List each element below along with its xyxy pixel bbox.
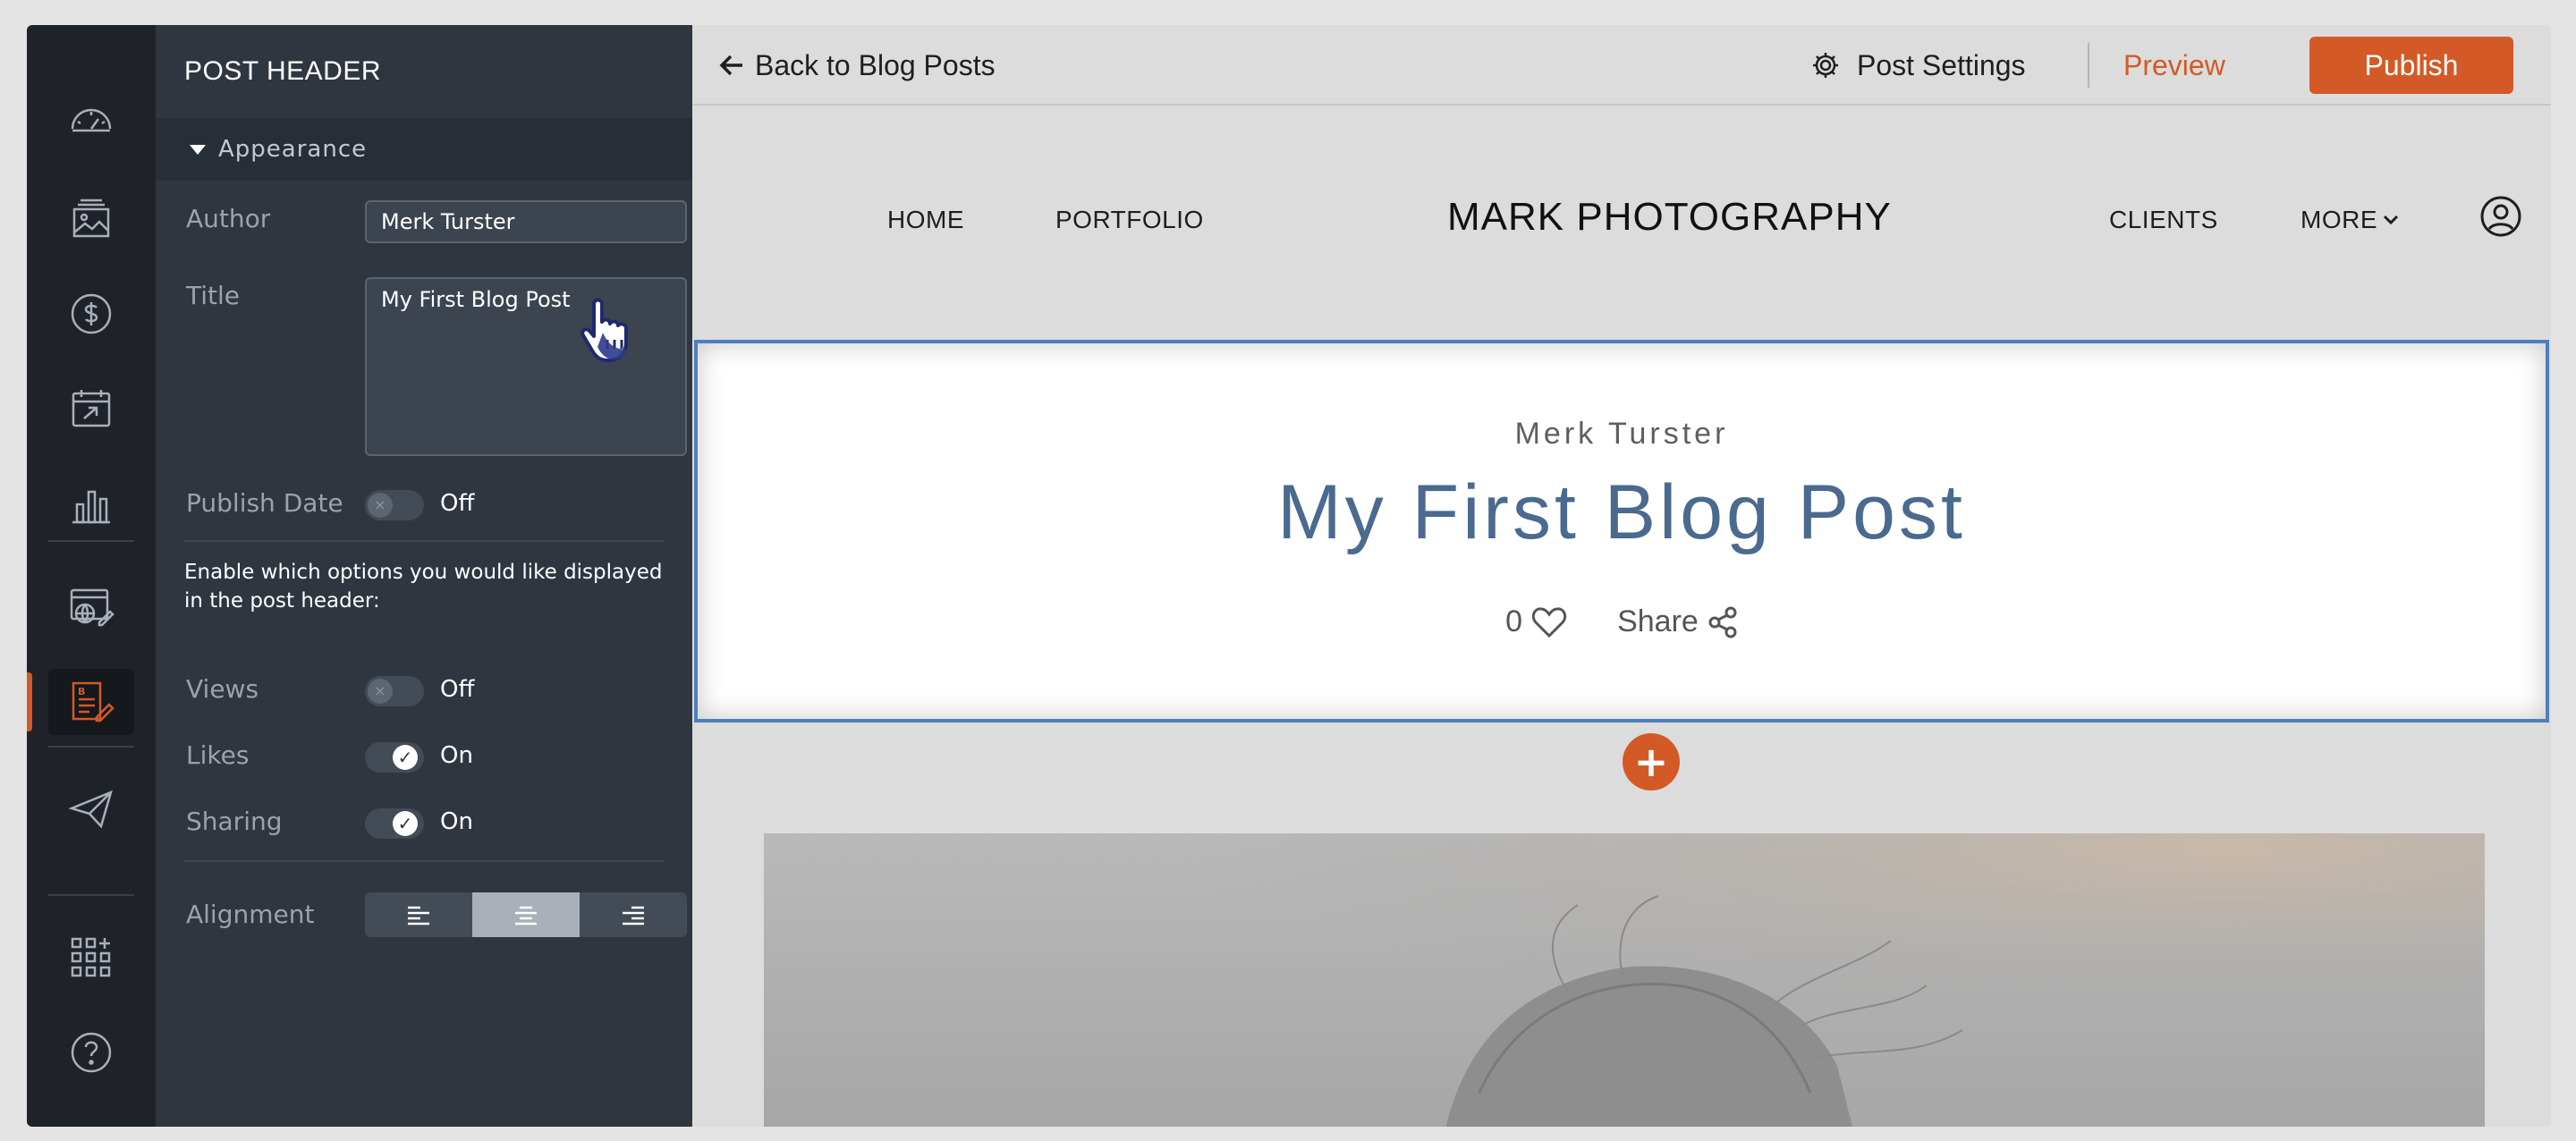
publish-date-toggle[interactable]: × [365,490,424,520]
rail-divider [48,894,134,896]
post-settings-label: Post Settings [1857,48,2026,81]
align-center-button[interactable] [472,892,580,937]
nav-portfolio[interactable]: PORTFOLIO [1055,206,1204,234]
sharing-toggle[interactable]: ✓ [365,808,424,839]
gallery-icon[interactable] [48,186,134,252]
editor-canvas: Back to Blog Posts Post Settings Preview… [692,25,2551,1127]
views-state: Off [440,676,475,703]
nav-home[interactable]: HOME [887,206,964,234]
post-header-panel: POST HEADER Appearance Author Merk Turst… [156,25,692,1127]
likes-label: Likes [186,740,250,770]
dashboard-icon[interactable] [48,88,134,154]
share-icon [1708,606,1737,638]
chevron-down-icon [2383,215,2399,225]
share-button[interactable]: Share [1617,604,1738,639]
post-author: Merk Turster [1514,417,1729,451]
checkmark-icon: ✓ [393,811,418,836]
author-label: Author [186,204,271,233]
align-left-icon [408,906,429,925]
website-icon[interactable] [48,574,134,640]
checkmark-icon: ✓ [393,745,418,770]
caret-down-icon [190,144,206,155]
blog-icon[interactable]: B [27,669,134,735]
post-title: My First Blog Post [1277,469,1966,555]
panel-title: POST HEADER [184,56,381,86]
arrow-left-icon [719,55,742,76]
nav-more[interactable]: MORE [2301,206,2399,234]
site-brand[interactable]: MARK PHOTOGRAPHY [1447,195,1892,240]
back-to-blog-posts-link[interactable]: Back to Blog Posts [719,45,996,86]
featured-photo [764,833,2485,1127]
align-right-icon [623,906,644,925]
dollar-icon[interactable] [48,281,134,347]
appearance-section-toggle[interactable]: Appearance [156,118,692,181]
likes-toggle[interactable]: ✓ [365,742,424,773]
share-label: Share [1617,604,1699,638]
likes-button[interactable]: 0 [1505,604,1567,639]
photo-image [764,833,2485,1127]
hand-cursor-icon [580,298,628,362]
publish-button[interactable]: Publish [2309,37,2513,94]
preview-button[interactable]: Preview [2123,45,2225,86]
heart-icon [1532,606,1567,638]
analytics-icon[interactable] [48,472,134,538]
likes-state: On [440,742,473,769]
gear-icon [1813,53,1838,78]
align-right-button[interactable] [580,892,687,937]
panel-divider [184,860,664,862]
back-label: Back to Blog Posts [755,48,996,81]
help-text: Enable which options you would like disp… [184,561,663,613]
alignment-control [365,892,687,937]
author-input[interactable]: Merk Turster [365,200,687,243]
add-section-button[interactable]: + [1623,733,1680,790]
calendar-icon[interactable] [48,376,134,442]
app-window: B POST HEADER Appearance Author Merk Tur… [27,25,2551,1127]
section-label: Appearance [218,136,368,163]
publish-date-state: Off [440,490,475,517]
alignment-label: Alignment [186,900,315,929]
user-account-icon[interactable] [2479,195,2522,238]
topbar-divider [2088,43,2089,88]
toggle-off-icon: × [368,679,393,704]
sharing-state: On [440,808,473,835]
apps-icon[interactable] [48,925,134,991]
align-left-button[interactable] [365,892,472,937]
title-label: Title [186,281,241,310]
panel-divider [184,540,664,542]
svg-text:B: B [78,686,85,697]
views-toggle[interactable]: × [365,676,424,706]
rail-divider [48,746,134,748]
editor-topbar: Back to Blog Posts Post Settings Preview… [692,25,2551,106]
post-meta: 0 Share [698,604,2546,639]
likes-count: 0 [1505,604,1523,638]
help-icon[interactable] [48,1019,134,1086]
send-icon[interactable] [48,776,134,842]
nav-more-label: MORE [2301,206,2377,233]
post-header-block[interactable]: Merk Turster My First Blog Post 0 Share [694,340,2549,723]
toggle-off-icon: × [368,493,393,518]
sharing-label: Sharing [186,807,283,836]
nav-clients[interactable]: CLIENTS [2109,206,2218,234]
post-settings-button[interactable]: Post Settings [1810,45,2026,86]
rail-divider [48,540,134,542]
plus-icon: + [1633,738,1669,786]
views-label: Views [186,674,259,704]
publish-date-label: Publish Date [186,488,343,518]
icon-rail: B [27,25,156,1127]
align-center-icon [515,906,537,925]
